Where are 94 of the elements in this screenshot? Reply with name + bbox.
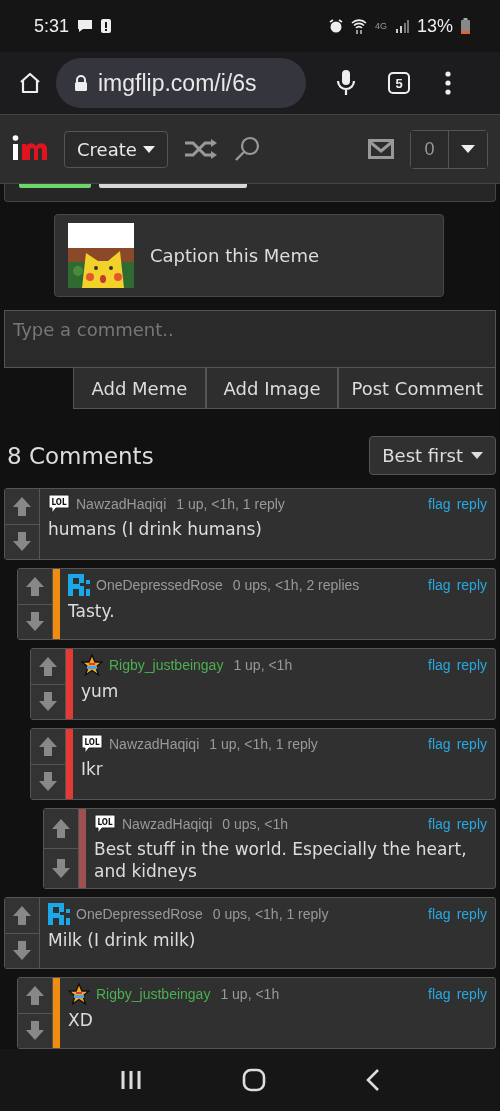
comment-action-button[interactable]: Add Image [205,368,339,409]
username-link[interactable]: Rigby_justbeingay [109,657,224,673]
comment-action-link[interactable]: flag [428,577,451,593]
down-arrow-icon [51,858,71,879]
comment-meta: 1 up, <1h [220,986,280,1002]
microphone-icon[interactable] [336,69,356,97]
username-link[interactable]: OneDepressedRose [76,906,203,922]
comment-action-link[interactable]: reply [456,496,487,512]
username-link[interactable]: OneDepressedRose [96,577,223,593]
comment-action-link[interactable]: flag [428,496,451,512]
comment-action-link[interactable]: flag [428,736,451,752]
comment-meta: 1 up, <1h, 1 reply [176,496,285,512]
comment-action-link[interactable]: flag [428,816,451,832]
sort-dropdown[interactable]: Best first [369,436,496,475]
lol-badge-icon: LOL [94,814,116,834]
battery-percent: 13% [416,15,453,37]
comment-meta: 1 up, <1h [233,657,293,673]
upvote-button[interactable] [18,569,52,605]
caption-meme-card[interactable]: Caption this Meme [54,214,444,297]
upvote-button[interactable] [31,649,65,685]
up-arrow-icon [38,735,58,757]
alarm-icon [328,19,343,33]
comment-text: XD [68,1009,94,1031]
comment-action-link[interactable]: flag [428,986,451,1002]
down-arrow-icon [38,771,58,793]
comment-action-button[interactable]: Post Comment [338,368,496,409]
comment-text: humans (I drink humans) [48,518,263,540]
notification-count[interactable]: 0 [411,130,449,168]
up-arrow-icon [38,655,58,677]
star-badge-icon [68,983,90,1005]
lock-icon [74,75,88,91]
lol-badge-icon: LOL [81,734,103,754]
lol-badge-icon: LOL [48,494,70,514]
comment-action-link[interactable]: reply [456,657,487,673]
upvote-button[interactable] [18,978,52,1014]
upvote-button[interactable] [5,489,39,525]
comment-text: Ikr [81,758,104,780]
down-arrow-icon [25,611,45,633]
pixel-logo-icon [68,574,90,596]
comment-action-link[interactable]: reply [456,986,487,1002]
comment-meta: 0 ups, <1h, 1 reply [212,906,329,922]
up-arrow-icon [12,495,32,517]
signal-icon [394,19,409,33]
caption-label: Caption this Meme [150,245,319,267]
username-link[interactable]: Rigby_justbeingay [96,986,211,1002]
down-arrow-icon [38,691,58,713]
username-link[interactable]: NawzadHaqiqi [122,816,213,832]
network-type: 4G [374,21,387,31]
comments-count: 8 Comments [6,442,154,469]
upvote-button[interactable] [44,809,78,849]
alert-icon [101,19,112,33]
shuffle-icon[interactable] [183,138,218,160]
search-icon[interactable] [233,136,260,162]
up-arrow-icon [51,818,71,839]
up-arrow-icon [25,575,45,597]
comment-action-link[interactable]: flag [428,906,451,922]
comment-action-link[interactable]: reply [456,816,487,832]
comment-meta: 1 up, <1h, 1 reply [209,736,318,752]
pixel-logo-icon [48,903,70,925]
comment-action-link[interactable]: reply [456,906,487,922]
username-link[interactable]: NawzadHaqiqi [76,496,167,512]
star-badge-icon [81,654,103,676]
status-time: 5:31 [34,15,70,37]
comment-text: Tasty. [68,600,116,622]
comment-meta: 0 ups, <1h, 2 replies [232,577,360,593]
wifi-icon [350,18,367,34]
up-arrow-icon [25,984,45,1006]
menu-icon[interactable] [444,71,452,95]
address-bar[interactable]: imgflip.com/i/6s [56,58,306,108]
down-arrow-icon [12,531,32,553]
down-arrow-icon [12,940,32,962]
message-icon [77,19,94,33]
up-arrow-icon [12,904,32,926]
comment-meta: 0 ups, <1h [222,816,289,832]
caret-icon [461,145,475,153]
comment-action-button[interactable]: Add Meme [73,368,206,409]
tab-count-button[interactable]: 5 [388,72,410,94]
comment-action-link[interactable]: flag [428,657,451,673]
username-link[interactable]: NawzadHaqiqi [109,736,200,752]
battery-icon [461,18,470,34]
caret-icon [471,452,483,459]
comment-action-link[interactable]: reply [456,736,487,752]
create-button[interactable]: Create [64,130,168,168]
comment-text: yum [81,680,120,702]
comment-text: Best stuff in the world. Especially the heart, and kidneys [94,838,468,882]
upvote-button[interactable] [5,898,39,934]
home-icon[interactable] [18,71,42,95]
upvote-button[interactable] [31,729,65,765]
comment-text: Milk (I drink milk) [48,929,197,951]
comment-field[interactable]: Type a comment.. [4,309,496,368]
caret-icon [142,145,155,153]
comment-action-link[interactable]: reply [456,577,487,593]
down-arrow-icon [25,1020,45,1042]
mail-icon[interactable] [368,139,394,159]
